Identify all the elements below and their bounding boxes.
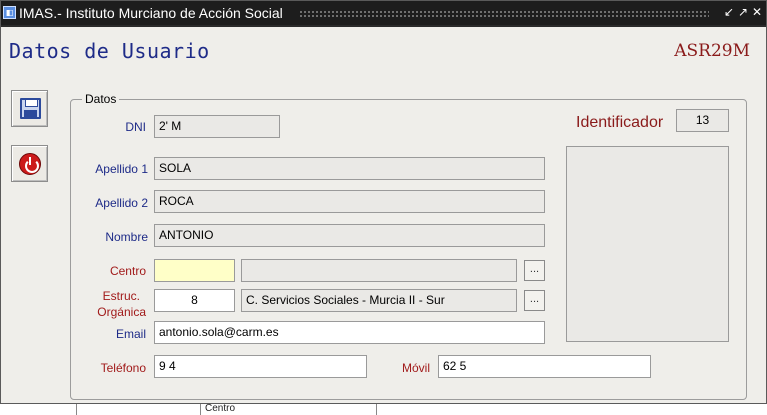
background-window-strip: Centro	[0, 404, 767, 415]
centro-label: Centro	[109, 264, 146, 278]
title-bar[interactable]: ◧ IMAS.- Instituto Murciano de Acción So…	[1, 1, 766, 25]
apellido2-label: Apellido 2	[95, 196, 148, 210]
dni-field[interactable]: 2' M	[154, 115, 280, 138]
telefono-field[interactable]: 9 4	[154, 355, 367, 378]
identificador-field[interactable]: 13	[676, 109, 729, 132]
estructura-label-line1: Estruc.	[102, 289, 140, 303]
restore-down-icon[interactable]: ↙	[722, 5, 736, 20]
nombre-field[interactable]: ANTONIO	[154, 224, 545, 247]
save-icon	[20, 98, 41, 119]
nombre-label: Nombre	[105, 230, 148, 244]
estructura-label-line2: Orgánica	[97, 305, 146, 319]
background-cell	[376, 404, 386, 415]
dni-label: DNI	[125, 120, 146, 134]
apellido1-field[interactable]: SOLA	[154, 157, 545, 180]
exit-button[interactable]	[11, 145, 48, 182]
title-separator	[1, 25, 766, 27]
apellido1-label: Apellido 1	[95, 162, 148, 176]
page-title: Datos de Usuario	[9, 39, 210, 63]
title-bar-grip	[299, 10, 709, 17]
telefono-label: Teléfono	[100, 361, 146, 375]
background-cell	[76, 404, 196, 415]
background-cell-text: Centro	[200, 404, 260, 415]
group-legend: Datos	[82, 92, 120, 106]
form-code: ASR29M	[674, 41, 750, 61]
centro-lookup-button[interactable]: ...	[524, 260, 545, 281]
save-button[interactable]	[11, 90, 48, 127]
estructura-description-field: C. Servicios Sociales - Murcia II - Sur	[241, 289, 517, 312]
email-field[interactable]: antonio.sola@carm.es	[154, 321, 545, 344]
close-icon[interactable]: ✕	[750, 5, 764, 20]
maximize-icon[interactable]: ↗	[736, 5, 750, 20]
movil-label: Móvil	[401, 361, 430, 375]
photo-panel	[566, 146, 729, 342]
identificador-label: Identificador	[576, 114, 664, 131]
app-icon: ◧	[3, 6, 16, 19]
movil-field[interactable]: 62 5	[438, 355, 651, 378]
power-icon	[19, 153, 41, 175]
apellido2-field[interactable]: ROCA	[154, 190, 545, 213]
centro-description-field	[241, 259, 517, 282]
email-label: Email	[115, 327, 146, 341]
estructura-code-field[interactable]: 8	[154, 289, 235, 312]
estructura-lookup-button[interactable]: ...	[524, 290, 545, 311]
window-title: IMAS.- Instituto Murciano de Acción Soci…	[19, 5, 283, 21]
centro-code-field[interactable]	[154, 259, 235, 282]
